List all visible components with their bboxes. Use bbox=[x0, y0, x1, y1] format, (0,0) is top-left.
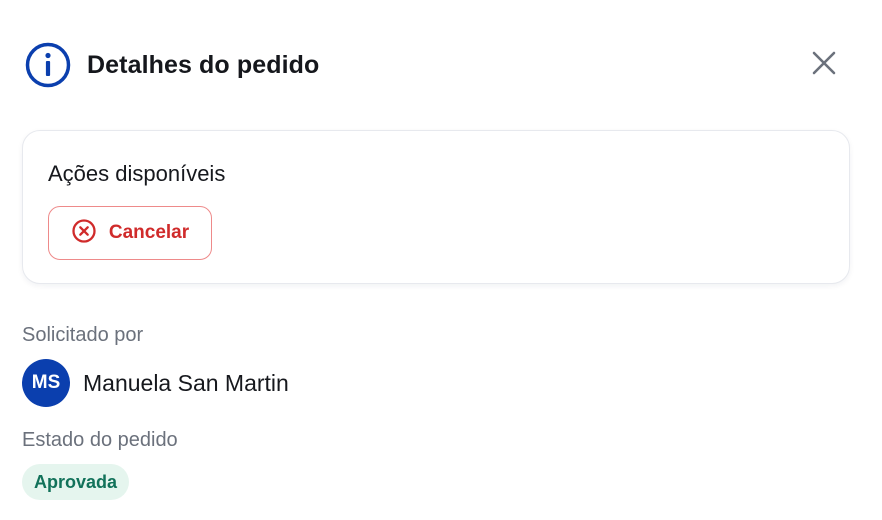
info-icon bbox=[24, 41, 72, 89]
requested-by-label: Solicitado por bbox=[22, 324, 144, 346]
order-status-label: Estado do pedido bbox=[22, 429, 178, 451]
cancel-button[interactable]: Cancelar bbox=[48, 206, 212, 260]
status-badge: Aprovada bbox=[22, 464, 130, 500]
close-icon bbox=[812, 51, 836, 80]
x-circle-icon bbox=[71, 218, 97, 249]
requester: MS Manuela San Martin bbox=[22, 359, 289, 407]
panel-header: Detalhes do pedido bbox=[24, 41, 842, 89]
order-details-panel: Detalhes do pedido Ações disponíveis Can… bbox=[0, 0, 882, 520]
avatar: MS bbox=[22, 359, 70, 407]
cancel-label: Cancelar bbox=[108, 222, 190, 243]
available-actions-card: Ações disponíveis Cancelar bbox=[22, 130, 850, 284]
actions-title: Ações disponíveis bbox=[48, 161, 226, 186]
close-button[interactable] bbox=[806, 47, 842, 83]
page-title: Detalhes do pedido bbox=[87, 50, 320, 79]
requester-name: Manuela San Martin bbox=[83, 369, 289, 396]
